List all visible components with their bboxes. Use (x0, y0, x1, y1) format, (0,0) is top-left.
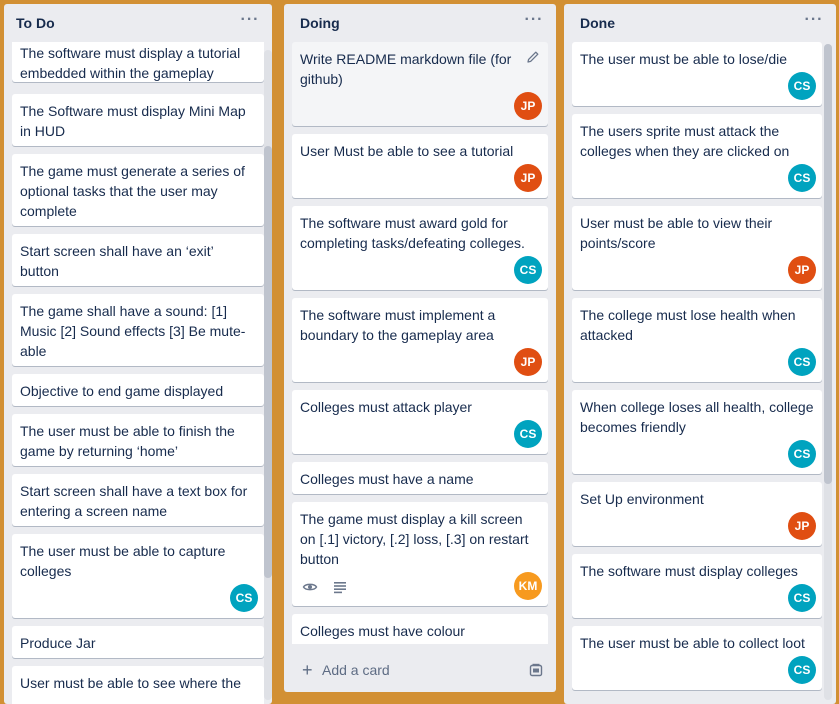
member-avatar[interactable]: JP (788, 256, 816, 284)
card-title: Start screen shall have an ‘exit’ button (20, 243, 214, 279)
card[interactable]: User must be able to see where the (12, 666, 264, 704)
member-avatar[interactable]: JP (514, 92, 542, 120)
card[interactable]: Start screen shall have a text box for e… (12, 474, 264, 526)
card-title: Produce Jar (20, 635, 96, 651)
description-icon (334, 581, 347, 593)
card-title: When college loses all health, college b… (580, 399, 814, 435)
card-title: User must be able to view their points/s… (580, 215, 773, 251)
card-list: Write README markdown file (for github) … (292, 42, 548, 644)
card[interactable]: Start screen shall have an ‘exit’ button (12, 234, 264, 286)
card[interactable]: The Software must display Mini Map in HU… (12, 94, 264, 146)
card[interactable]: The user must be able to collect loot CS (572, 626, 822, 690)
list-todo: To Do ··· The software must display a tu… (4, 4, 272, 704)
scrollbar[interactable] (264, 50, 272, 700)
member-avatar[interactable]: CS (788, 72, 816, 100)
card[interactable]: User Must be able to see a tutorial JP (292, 134, 548, 198)
card-title: Colleges must attack player (300, 399, 472, 415)
member-avatar[interactable]: KM (514, 572, 542, 600)
list-title[interactable]: Doing (300, 15, 340, 31)
card[interactable]: The college must lose health when attack… (572, 298, 822, 382)
card-title: Colleges must have a name (300, 471, 474, 487)
member-avatar[interactable]: CS (788, 656, 816, 684)
card[interactable]: The software must implement a boundary t… (292, 298, 548, 382)
card-title: User Must be able to see a tutorial (300, 143, 514, 159)
card-title: The game must generate a series of optio… (20, 163, 245, 219)
card-title: The software must implement a boundary t… (300, 307, 496, 343)
card[interactable]: Objective to end game displayed (12, 374, 264, 406)
plus-icon: + (302, 660, 313, 680)
card-title: Write README markdown file (for github) (300, 51, 512, 87)
member-avatar[interactable]: CS (788, 440, 816, 468)
member-avatar[interactable]: CS (514, 256, 542, 284)
list-menu-button[interactable]: ··· (236, 12, 264, 33)
list-doing: Doing ··· Write README markdown file (fo… (284, 4, 556, 692)
card[interactable]: The game must display a kill screen on [… (292, 502, 548, 606)
card[interactable]: The software must display colleges CS (572, 554, 822, 618)
card-title: The college must lose health when attack… (580, 307, 796, 343)
card-title: Objective to end game displayed (20, 383, 224, 399)
list-done: Done ··· The user must be able to lose/d… (564, 4, 836, 704)
card-title: The software must display a tutorial emb… (20, 45, 241, 81)
member-avatar[interactable]: CS (230, 584, 258, 612)
card-title: The user must be able to lose/die (580, 51, 788, 67)
member-avatar[interactable]: JP (514, 348, 542, 376)
scrollbar-thumb[interactable] (824, 44, 832, 484)
member-avatar[interactable]: CS (788, 584, 816, 612)
member-avatar[interactable]: JP (788, 512, 816, 540)
card-title: The game shall have a sound: [1] Music [… (20, 303, 246, 359)
card[interactable]: Set Up environment JP (572, 482, 822, 546)
card[interactable]: The game must generate a series of optio… (12, 154, 264, 226)
card-title: Set Up environment (580, 491, 704, 507)
card[interactable]: Colleges must have a name (292, 462, 548, 494)
list-menu-button[interactable]: ··· (800, 12, 828, 33)
add-card-label: Add a card (322, 662, 390, 678)
card-title: The user must be able to collect loot (580, 635, 805, 651)
card-list: The software must display a tutorial emb… (12, 42, 264, 704)
card-title: The user must be able to finish the game… (20, 423, 235, 459)
card-title: The users sprite must attack the college… (580, 123, 790, 159)
card-title: Start screen shall have a text box for e… (20, 483, 248, 519)
scrollbar-thumb[interactable] (264, 146, 272, 578)
eye-icon (302, 583, 318, 591)
member-avatar[interactable]: CS (788, 164, 816, 192)
list-header: To Do ··· (4, 4, 272, 42)
member-avatar[interactable]: JP (514, 164, 542, 192)
card-title: The game must display a kill screen on [… (300, 511, 529, 567)
card[interactable]: Write README markdown file (for github) … (292, 42, 548, 126)
card-title: The user must be able to capture college… (20, 543, 226, 579)
list-header: Done ··· (564, 4, 836, 42)
card[interactable]: The software must award gold for complet… (292, 206, 548, 290)
card-list: The user must be able to lose/die CS The… (572, 42, 822, 704)
scrollbar[interactable] (824, 44, 832, 700)
card-title: The software must display colleges (580, 563, 798, 579)
card-title: User must be able to see where the (20, 675, 242, 691)
member-avatar[interactable]: CS (514, 420, 542, 448)
card[interactable]: The software must display a tutorial emb… (12, 42, 264, 82)
card[interactable]: Colleges must have colour (292, 614, 548, 644)
card[interactable]: The user must be able to finish the game… (12, 414, 264, 466)
card-title: Colleges must have colour (300, 623, 465, 639)
card[interactable]: The user must be able to capture college… (12, 534, 264, 618)
card[interactable]: Produce Jar (12, 626, 264, 658)
card[interactable]: The users sprite must attack the college… (572, 114, 822, 198)
card-title: The software must award gold for complet… (300, 215, 525, 251)
card[interactable]: Colleges must attack player CS (292, 390, 548, 454)
list-title[interactable]: To Do (16, 15, 55, 31)
card-badges (302, 578, 358, 594)
card[interactable]: The user must be able to lose/die CS (572, 42, 822, 106)
card-template-icon[interactable] (528, 662, 544, 678)
card[interactable]: The game shall have a sound: [1] Music [… (12, 294, 264, 366)
member-avatar[interactable]: CS (788, 348, 816, 376)
list-menu-button[interactable]: ··· (520, 12, 548, 33)
list-title[interactable]: Done (580, 15, 615, 31)
list-header: Doing ··· (284, 4, 556, 42)
pencil-icon[interactable] (526, 50, 540, 64)
add-card-button[interactable]: + Add a card (292, 656, 548, 684)
card[interactable]: User must be able to view their points/s… (572, 206, 822, 290)
card[interactable]: When college loses all health, college b… (572, 390, 822, 474)
card-title: The Software must display Mini Map in HU… (20, 103, 246, 139)
